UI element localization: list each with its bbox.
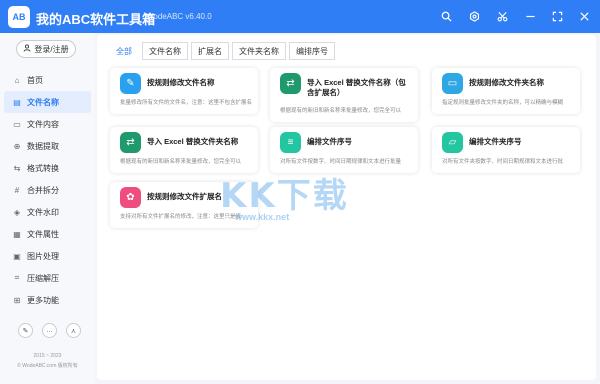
compress-icon: ⌗	[14, 273, 20, 282]
app-title: 我的ABC软件工具箱	[36, 12, 156, 27]
sidebar-item-label: 压缩解压	[27, 273, 59, 283]
login-label: 登录/注册	[34, 44, 69, 54]
sidebar-tools: ✎ … ⋏	[18, 323, 81, 338]
card-title: 编排文件序号	[307, 137, 352, 146]
card-title: 编排文件夹序号	[469, 137, 522, 146]
user-icon	[23, 44, 31, 54]
sidebar-item[interactable]: ⊞ 更多功能	[4, 289, 91, 311]
card-number-files[interactable]: ≡ 编排文件序号 对所有文件按数字、时间日期规律和文本进行批量	[270, 127, 418, 173]
merge-icon: #	[14, 185, 20, 195]
sidebar-item[interactable]: ▣ 图片处理	[4, 245, 91, 267]
tab[interactable]: 编排序号	[289, 42, 335, 60]
copyright-years: 2015 ~ 2023	[33, 353, 62, 359]
image-icon: ▣	[13, 251, 21, 261]
title-bar: AB 我的ABC软件工具箱 WodeABC v6.40.0	[0, 0, 600, 33]
card-rename-files[interactable]: ✎ 按规则修改文件名称 批量修改所有文件的文件名，注意：这里不包含扩展名	[110, 68, 258, 114]
card-title: 按规则修改文件夹名称	[469, 78, 544, 87]
scissors-icon[interactable]	[494, 8, 510, 24]
sidebar-item[interactable]: ⌗ 压缩解压	[4, 267, 91, 289]
chat-icon[interactable]: …	[42, 323, 57, 338]
app-logo: AB	[8, 6, 30, 28]
tab[interactable]: 扩展名	[191, 42, 229, 60]
card-description: 指定规则批量修改文件夹的名称，可以精确与模糊	[442, 100, 564, 106]
sidebar-item-label: 首页	[27, 75, 43, 85]
card-title: 导入 Excel 替换文件名称（包含扩展名）	[307, 78, 406, 97]
category-tabs: 全部 文件名称 扩展名 文件夹名称 编排序号	[109, 42, 335, 60]
content-icon: ▭	[13, 119, 21, 129]
sidebar-item[interactable]: ▦ 文件属性	[4, 223, 91, 245]
tab[interactable]: 文件名称	[142, 42, 188, 60]
sidebar-item[interactable]: ▭ 文件内容	[4, 113, 91, 135]
close-icon[interactable]	[576, 8, 592, 24]
sidebar-item[interactable]: ◈ 文件水印	[4, 201, 91, 223]
rename-icon: ✎	[120, 73, 141, 94]
app-version: WodeABC v6.40.0	[146, 12, 212, 21]
card-description: 根据现有的新旧和新名称来批量修改，您完全可以	[120, 159, 242, 165]
minimize-icon[interactable]	[522, 8, 538, 24]
sidebar-item[interactable]: ⇆ 格式转换	[4, 157, 91, 179]
sidebar-item-label: 数据提取	[27, 141, 59, 151]
sidebar-item[interactable]: ▤ 文件名称	[4, 91, 91, 113]
watermark-url: www.kkx.net	[235, 212, 290, 222]
sidebar-item-label: 文件水印	[27, 207, 59, 217]
copyright-owner: © WodeABC.com 版权所有	[17, 363, 78, 369]
sidebar-item-label: 文件内容	[27, 119, 59, 129]
convert-icon: ⇆	[13, 163, 21, 173]
login-button[interactable]: 登录/注册	[16, 40, 76, 58]
more-icon: ⊞	[13, 295, 21, 305]
sidebar-item[interactable]: # 合并拆分	[4, 179, 91, 201]
properties-icon: ▦	[13, 229, 21, 239]
excel-icon: ⇄	[280, 73, 301, 94]
sidebar-item-label: 格式转换	[27, 163, 59, 173]
sidebar: 登录/注册 ⌂ 首页 ▤ 文件名称 ▭ 文件内容 ⊕ 数据提取 ⇆ 格式转换 # 合并拆分 ◈ 文件水印 ▦…	[0, 33, 95, 384]
document-icon: ▤	[13, 97, 21, 107]
folder-numbering-icon: ▱	[442, 132, 463, 153]
card-excel-replace-filenames[interactable]: ⇄ 导入 Excel 替换文件名称（包含扩展名） 根据现有的新旧和新名称来批量修…	[270, 68, 418, 122]
sidebar-item-label: 文件名称	[27, 97, 59, 107]
sidebar-item-label: 合并拆分	[27, 185, 59, 195]
sidebar-item-label: 图片处理	[27, 251, 59, 261]
home-icon: ⌂	[14, 75, 20, 85]
sidebar-nav: ⌂ 首页 ▤ 文件名称 ▭ 文件内容 ⊕ 数据提取 ⇆ 格式转换 # 合并拆分 ◈ 文件水印 ▦ 文件属性 ▣ 图…	[0, 69, 95, 311]
sidebar-item-label: 文件属性	[27, 229, 59, 239]
card-number-folders[interactable]: ▱ 编排文件夹序号 对所有文件夹按数字、时间日期规律和文本进行批	[432, 127, 580, 173]
numbering-icon: ≡	[280, 132, 301, 153]
card-rename-folders[interactable]: ▭ 按规则修改文件夹名称 指定规则批量修改文件夹的名称，可以精确与模糊	[432, 68, 580, 114]
search-icon[interactable]	[438, 8, 454, 24]
excel-icon: ⇄	[120, 132, 141, 153]
sidebar-item-label: 更多功能	[27, 295, 59, 305]
share-icon[interactable]: ⋏	[66, 323, 81, 338]
watermark-text: KK下载	[220, 176, 349, 216]
maximize-icon[interactable]	[549, 8, 565, 24]
folder-icon: ▭	[442, 73, 463, 94]
extract-icon: ⊕	[13, 141, 21, 151]
sidebar-item[interactable]: ⌂ 首页	[4, 69, 91, 91]
settings-icon[interactable]	[466, 8, 482, 24]
card-description: 对所有文件夹按数字、时间日期规律和文本进行批	[442, 159, 564, 165]
card-title: 按规则修改文件名称	[147, 78, 215, 87]
sidebar-item[interactable]: ⊕ 数据提取	[4, 135, 91, 157]
feedback-icon[interactable]: ✎	[18, 323, 33, 338]
tab[interactable]: 全部	[109, 42, 139, 60]
extension-icon: ✿	[120, 187, 141, 208]
watermark-icon: ◈	[13, 207, 21, 217]
card-excel-replace-folders[interactable]: ⇄ 导入 Excel 替换文件夹名称 根据现有的新旧和新名称来批量修改，您完全可…	[110, 127, 258, 173]
card-title: 导入 Excel 替换文件夹名称	[147, 137, 239, 146]
tab[interactable]: 文件夹名称	[232, 42, 286, 60]
card-description: 批量修改所有文件的文件名，注意：这里不包含扩展名	[120, 100, 252, 106]
card-description: 根据现有的新旧和新名称来批量修改，您完全可以	[280, 108, 402, 114]
card-description: 对所有文件按数字、时间日期规律和文本进行批量	[280, 159, 402, 165]
